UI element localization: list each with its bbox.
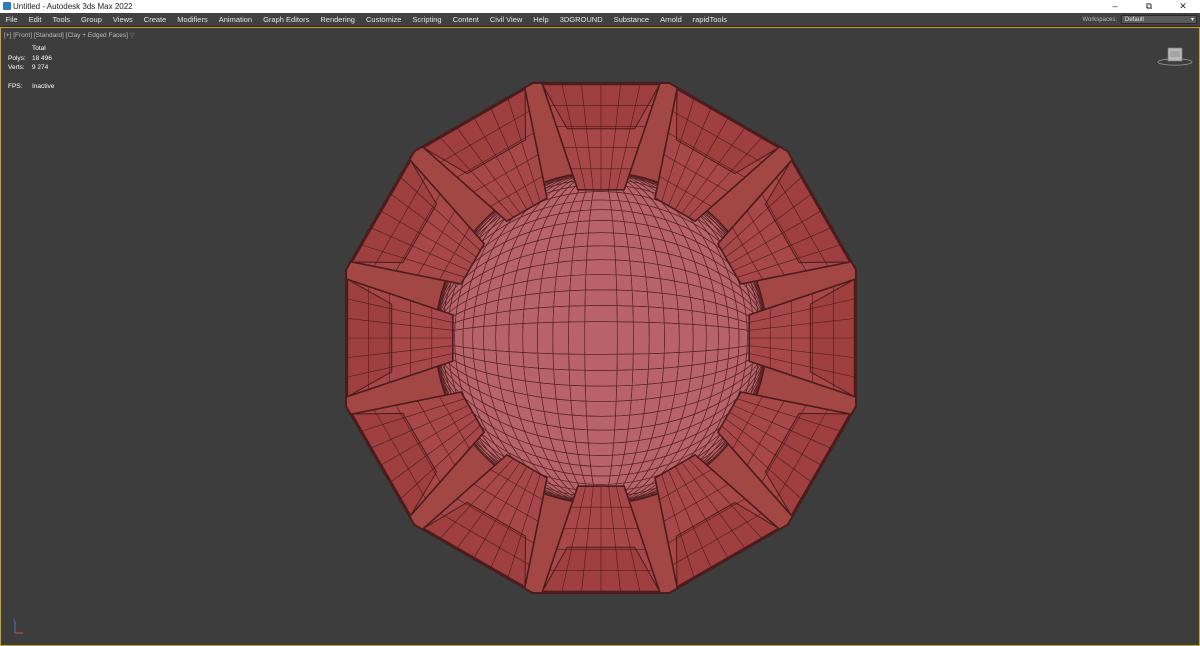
minimize-button[interactable]: – xyxy=(1098,0,1132,13)
window-title: Untitled - Autodesk 3ds Max 2022 xyxy=(13,2,133,11)
menu-item-modifiers[interactable]: Modifiers xyxy=(172,13,213,26)
viewport-statistics: Total Polys: 18 496 Verts: 9 274 FPS: Inact… xyxy=(8,44,54,91)
workspaces-value: Default xyxy=(1125,17,1145,23)
menu-item-group[interactable]: Group xyxy=(76,13,108,26)
viewport-label: [+] [Front] [Standard] [Clay + Edged Fac… xyxy=(4,31,135,39)
viewcube-icon[interactable] xyxy=(1156,45,1194,67)
polys-value: 18 496 xyxy=(32,54,52,62)
menu-item-graph-editors[interactable]: Graph Editors xyxy=(258,13,315,26)
menu-item-arnold[interactable]: Arnold xyxy=(655,13,688,26)
workspaces-control: Workspaces: Default ▾ xyxy=(1082,14,1197,25)
workspaces-dropdown[interactable]: Default ▾ xyxy=(1121,15,1197,24)
menu-item-scripting[interactable]: Scripting xyxy=(407,13,447,26)
filter-icon[interactable]: ▽ xyxy=(130,32,135,39)
svg-text:z: z xyxy=(13,617,15,622)
viewport-shading-menu[interactable]: [Standard] xyxy=(34,32,64,39)
restore-button[interactable]: ⧉ xyxy=(1132,0,1166,13)
menu-item-rendering[interactable]: Rendering xyxy=(315,13,361,26)
menu-item-civil-view[interactable]: Civil View xyxy=(484,13,527,26)
polys-label: Polys: xyxy=(8,54,26,62)
window-titlebar: Untitled - Autodesk 3ds Max 2022 – ⧉ ✕ xyxy=(0,0,1200,13)
stats-header: Total xyxy=(32,45,46,52)
menu-item-3dground[interactable]: 3DGROUND xyxy=(554,13,608,26)
menu-bar: File Edit Tools Group Views Create Modifiers An… xyxy=(0,13,1200,27)
front-viewport[interactable]: [+] [Front] [Standard] [Clay + Edged Fac… xyxy=(0,27,1200,646)
fps-label: FPS: xyxy=(8,82,23,90)
menu-item-create[interactable]: Create xyxy=(138,13,172,26)
chevron-down-icon: ▾ xyxy=(1190,17,1194,23)
menu-item-tools[interactable]: Tools xyxy=(47,13,76,26)
menu-items: File Edit Tools Group Views Create Modifiers An… xyxy=(0,13,732,26)
menu-item-help[interactable]: Help xyxy=(528,13,554,26)
verts-value: 9 274 xyxy=(32,64,49,71)
fps-value: Inactive xyxy=(32,82,55,90)
menu-item-substance[interactable]: Substance xyxy=(608,13,654,26)
close-button[interactable]: ✕ xyxy=(1166,0,1200,13)
viewport-view-menu[interactable]: [Front] xyxy=(13,32,32,39)
menu-item-rapidtools[interactable]: rapidTools xyxy=(687,13,732,26)
menu-item-customize[interactable]: Customize xyxy=(360,13,406,26)
model-mesh[interactable] xyxy=(1,28,1200,646)
workspaces-label: Workspaces: xyxy=(1082,16,1117,23)
axis-tripod-icon: z xyxy=(13,617,23,634)
menu-item-file[interactable]: File xyxy=(0,13,23,26)
menu-item-edit[interactable]: Edit xyxy=(23,13,47,26)
menu-item-animation[interactable]: Animation xyxy=(213,13,257,26)
menu-item-views[interactable]: Views xyxy=(107,13,138,26)
app-icon xyxy=(3,2,11,10)
viewport-menu-plus[interactable]: [+] xyxy=(4,32,11,39)
verts-label: Verts: xyxy=(8,64,25,71)
viewport-display-menu[interactable]: [Clay + Edged Faces] xyxy=(66,32,128,39)
window-controls: – ⧉ ✕ xyxy=(1098,0,1200,13)
menu-item-content[interactable]: Content xyxy=(447,13,484,26)
